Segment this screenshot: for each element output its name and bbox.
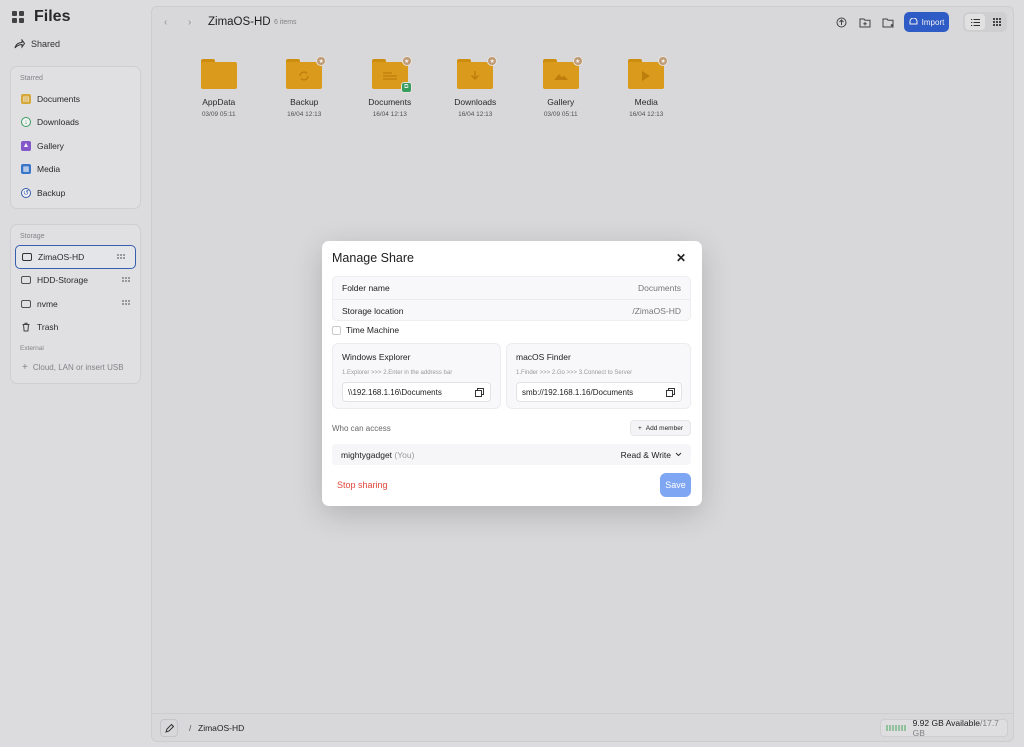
member-you-tag: (You)	[394, 449, 415, 460]
share-info: Folder name Documents Storage location /…	[332, 276, 691, 321]
close-icon[interactable]: ✕	[675, 252, 687, 264]
time-machine-option: Time Machine	[332, 325, 399, 335]
permission-select[interactable]: Read & Write	[621, 450, 682, 460]
save-button[interactable]: Save	[660, 473, 691, 497]
mac-title: macOS Finder	[516, 352, 571, 362]
storage-location-label: Storage location	[342, 305, 404, 316]
add-member-button[interactable]: + Add member	[630, 420, 691, 436]
windows-explorer-card: Windows Explorer 1.Explorer >>> 2.Enter …	[332, 343, 501, 409]
windows-address: \\192.168.1.16\Documents	[348, 387, 442, 397]
member-name: mightygadget	[341, 449, 393, 460]
who-can-access-label: Who can access	[332, 424, 391, 433]
folder-name-value: Documents	[638, 283, 681, 293]
permission-value: Read & Write	[620, 449, 671, 460]
mac-steps: 1.Finder >>> 2.Go >>> 3.Connect to Serve…	[516, 370, 633, 376]
time-machine-label: Time Machine	[346, 325, 400, 335]
folder-name-label: Folder name	[342, 283, 390, 293]
storage-location-value: /ZimaOS-HD	[632, 305, 681, 316]
time-machine-checkbox[interactable]	[332, 325, 341, 335]
copy-icon[interactable]	[666, 388, 675, 397]
dialog-title: Manage Share	[332, 251, 415, 265]
copy-icon[interactable]	[475, 388, 484, 397]
add-member-label: Add member	[645, 424, 683, 432]
windows-steps: 1.Explorer >>> 2.Enter in the address ba…	[342, 370, 453, 376]
windows-title: Windows Explorer	[342, 352, 411, 362]
macos-finder-card: macOS Finder 1.Finder >>> 2.Go >>> 3.Con…	[506, 343, 691, 409]
member-row: mightygadget (You) Read & Write	[332, 444, 691, 465]
manage-share-dialog: Manage Share ✕ Folder name Documents Sto…	[322, 241, 702, 506]
storage-location-row: Storage location /ZimaOS-HD	[333, 299, 690, 321]
stop-sharing-button[interactable]: Stop sharing	[337, 480, 388, 490]
windows-address-field[interactable]: \\192.168.1.16\Documents	[342, 382, 491, 402]
mac-address: smb://192.168.1.16/Documents	[522, 387, 634, 397]
folder-name-row: Folder name Documents	[333, 277, 690, 299]
plus-icon: +	[637, 424, 642, 432]
chevron-down-icon	[675, 452, 682, 457]
mac-address-field[interactable]: smb://192.168.1.16/Documents	[516, 382, 682, 402]
